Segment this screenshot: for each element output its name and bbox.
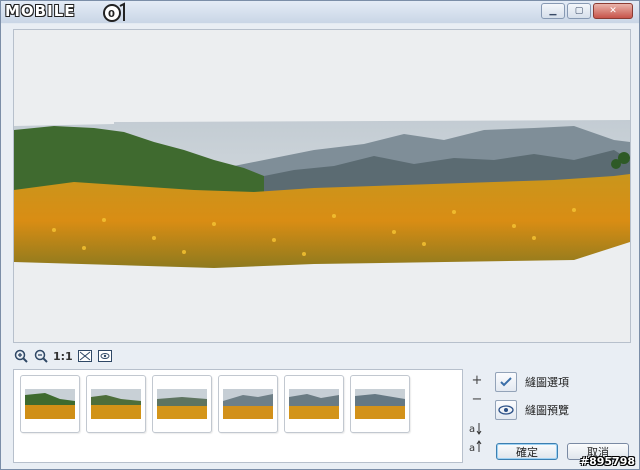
svg-text:a: a	[469, 443, 475, 454]
sort-asc-icon[interactable]: a	[469, 421, 483, 435]
minimize-icon[interactable]: ▁	[541, 3, 565, 19]
thumbnail-image	[91, 389, 141, 419]
watermark-text: #895798	[579, 455, 635, 468]
thumbnail-image	[289, 389, 339, 419]
thumbnail-image	[25, 389, 75, 419]
thumbnail-photo-4[interactable]	[218, 375, 278, 433]
svg-text:0: 0	[108, 9, 115, 20]
actual-size-button[interactable]: 1:1	[53, 350, 73, 363]
thumbnail-photo-5[interactable]	[284, 375, 344, 433]
stitched-panorama-image	[14, 120, 630, 268]
thumbnail-strip[interactable]	[13, 369, 463, 463]
thumbnail-photo-6[interactable]	[350, 375, 410, 433]
thumbnail-image	[355, 389, 405, 419]
thumbnail-photo-2[interactable]	[86, 375, 146, 433]
panorama-preview-area[interactable]	[13, 29, 631, 343]
svg-text:a: a	[469, 424, 475, 435]
fit-window-icon[interactable]	[77, 348, 93, 364]
maximize-icon[interactable]: ▢	[567, 3, 591, 19]
stitch-options-row[interactable]: 縫圖選項	[495, 372, 569, 392]
sort-desc-icon[interactable]: a	[469, 440, 483, 454]
zoom-out-icon[interactable]	[33, 348, 49, 364]
zoom-in-icon[interactable]	[13, 348, 29, 364]
title-bar: MOBILE 0 ▁ ▢ ✕	[1, 1, 639, 23]
panorama-stitch-window: MOBILE 0 ▁ ▢ ✕ 1:1 + − a a 縫圖選項 縫圖預覽 確定 …	[0, 0, 640, 470]
stitch-options-label: 縫圖選項	[525, 376, 569, 389]
eye-preview-icon[interactable]	[97, 348, 113, 364]
thumbnail-image	[157, 389, 207, 419]
thumbnail-photo-3[interactable]	[152, 375, 212, 433]
close-icon[interactable]: ✕	[593, 3, 633, 19]
thumbnail-photo-1[interactable]	[20, 375, 80, 433]
eye-icon[interactable]	[495, 400, 517, 420]
checkmark-icon[interactable]	[495, 372, 517, 392]
ok-button[interactable]: 確定	[496, 443, 558, 460]
brand-text: MOBILE	[5, 2, 76, 20]
thumbnail-image	[223, 389, 273, 419]
preview-toolbar: 1:1	[13, 348, 113, 364]
remove-photo-button[interactable]: −	[470, 392, 484, 407]
stitch-preview-row[interactable]: 縫圖預覽	[495, 400, 569, 420]
add-photo-button[interactable]: +	[470, 373, 484, 388]
mobile01-logo-icon: 0	[103, 2, 125, 22]
stitch-preview-label: 縫圖預覽	[525, 404, 569, 417]
